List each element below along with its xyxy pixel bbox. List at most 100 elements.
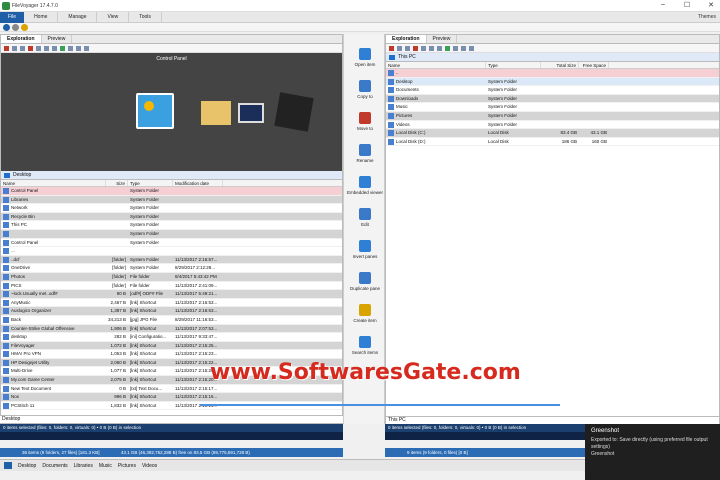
table-row[interactable]: HMA! Pro VPN 1,053 B [lnk] Shortcut 11/13/2… <box>1 350 342 359</box>
column-size[interactable]: Size <box>106 180 128 186</box>
embedded-viewer-button[interactable]: Embedded viewer <box>344 176 386 195</box>
column-total-size[interactable]: Total Size <box>541 62 579 68</box>
refresh-icon[interactable] <box>60 45 65 51</box>
list-view-icon[interactable] <box>429 45 434 51</box>
table-row[interactable]: System Folder <box>1 229 342 239</box>
column-type[interactable]: Type <box>128 180 173 186</box>
copy-to-button[interactable]: Copy to <box>344 80 386 99</box>
tab-view[interactable]: View <box>97 11 130 23</box>
view-mode-icon[interactable] <box>36 45 41 51</box>
quick-link-pictures[interactable]: Pictures <box>118 463 136 469</box>
table-row[interactable]: Documents System Folder <box>386 86 719 95</box>
copy-icon[interactable] <box>12 45 17 51</box>
duplicate-pane-button[interactable]: Duplicate pane <box>344 272 386 291</box>
create-item-button[interactable]: Create item <box>344 304 386 323</box>
table-row[interactable]: Control Panel System Folder <box>1 187 342 196</box>
refresh-icon[interactable] <box>445 45 450 51</box>
table-row[interactable]: This PC System Folder <box>1 221 342 230</box>
forward-arrow-icon[interactable] <box>84 45 89 51</box>
tab-tools[interactable]: Tools <box>129 11 162 23</box>
copy-icon[interactable] <box>397 45 402 51</box>
table-row[interactable]: Nox 996 B [lnk] Shortcut 11/13/2017 2:15:16… <box>1 393 342 402</box>
table-row[interactable]: OneDrive [folder] System Folder 8/29/2017 2… <box>1 264 342 273</box>
tab-home[interactable]: Home <box>24 11 59 23</box>
quick-link-videos[interactable]: Videos <box>142 463 157 469</box>
back-arrow-icon[interactable] <box>76 45 81 51</box>
edit-button[interactable]: Edit <box>344 208 386 227</box>
up-folder-icon[interactable] <box>453 45 458 51</box>
table-row[interactable]: PICS [folder] File folder 11/13/2017 2:41:0… <box>1 282 342 291</box>
table-row[interactable]: New Text Document 0 B [txt] Text Docu... 11… <box>1 385 342 394</box>
column-name[interactable]: Name <box>1 180 106 186</box>
close-icon[interactable]: ✕ <box>704 1 718 9</box>
table-row[interactable]: Control Panel System Folder <box>1 239 342 248</box>
table-row[interactable]: desktop 282 B [ini] Configuratio... 11/13/2… <box>1 333 342 342</box>
quick-link-documents[interactable]: Documents <box>42 463 67 469</box>
folder-quick-icon[interactable] <box>21 24 28 31</box>
delete-icon[interactable] <box>4 45 9 51</box>
column-name[interactable]: Name <box>386 62 486 68</box>
quick-link-music[interactable]: Music <box>99 463 112 469</box>
right-tab-preview[interactable]: Preview <box>427 35 458 43</box>
file-menu-button[interactable]: File <box>0 11 25 23</box>
rename-button[interactable]: Rename <box>344 144 386 163</box>
table-row[interactable]: Local Disk (D:) Local Disk 186 GB 160 GB <box>386 138 719 147</box>
table-row[interactable]: Videos System Folder <box>386 121 719 130</box>
maximize-icon[interactable]: ☐ <box>680 1 694 9</box>
tab-manage[interactable]: Manage <box>58 11 98 23</box>
left-tab-preview[interactable]: Preview <box>42 35 73 43</box>
move-to-button[interactable]: Move to <box>344 112 386 131</box>
table-row[interactable]: ..dcf [folder] System Folder 11/13/2017 2:1… <box>1 255 342 265</box>
table-row[interactable]: Local Disk (C:) Local Disk 83.4 GB 43.1 GB <box>386 129 719 138</box>
left-path-box[interactable]: Desktop <box>0 415 343 423</box>
back-circle-icon[interactable] <box>3 24 10 31</box>
table-row[interactable]: Music System Folder <box>386 103 719 112</box>
table-row[interactable]: Network System Folder <box>1 204 342 213</box>
minimize-icon[interactable]: – <box>656 1 670 9</box>
table-row[interactable]: Back 34,213 B [jpg] JPG File 8/29/2017 11:1… <box>1 316 342 325</box>
drives-icon[interactable] <box>4 462 12 469</box>
details-view-icon[interactable] <box>437 45 442 51</box>
table-row[interactable]: Recycle Bin System Folder <box>1 212 342 222</box>
table-row[interactable]: ... <box>1 247 342 256</box>
invert-panes-button[interactable]: Invert panes <box>344 240 386 259</box>
table-row[interactable]: Desktop System Folder <box>386 77 719 87</box>
left-breadcrumb[interactable]: Desktop <box>1 171 342 180</box>
column-type[interactable]: Type <box>486 62 541 68</box>
forward-arrow-icon[interactable] <box>469 45 474 51</box>
right-tab-exploration[interactable]: Exploration <box>386 35 427 43</box>
up-folder-icon[interactable] <box>68 45 73 51</box>
column-date[interactable]: Modification date <box>173 180 223 186</box>
column-free-space[interactable]: Free Space <box>579 62 609 68</box>
quick-link-libraries[interactable]: Libraries <box>74 463 93 469</box>
table-row[interactable]: Counter-Strike Global Offensive 1,906 B [l… <box>1 324 342 334</box>
paste-icon[interactable] <box>405 45 410 51</box>
table-row[interactable]: Auslogics Organizer 1,387 B [lnk] Shortcut… <box>1 307 342 316</box>
quick-link-desktop[interactable]: Desktop <box>18 463 36 469</box>
cut-icon[interactable] <box>28 45 33 51</box>
forward-circle-icon[interactable] <box>12 24 19 31</box>
open-item-button[interactable]: Open item <box>344 48 386 67</box>
right-path-box[interactable]: This PC <box>386 416 719 424</box>
paste-icon[interactable] <box>20 45 25 51</box>
table-row[interactable]: FileVoyager 1,072 B [lnk] Shortcut 11/13/20… <box>1 341 342 351</box>
themes-menu[interactable]: Themes <box>698 14 716 20</box>
greenshot-notification[interactable]: Greenshot Exported to: Save directly (us… <box>585 424 720 480</box>
list-view-icon[interactable] <box>44 45 49 51</box>
table-row[interactable]: Libraries System Folder <box>1 195 342 205</box>
details-view-icon[interactable] <box>52 45 57 51</box>
table-row[interactable]: .. <box>386 69 719 78</box>
left-tab-exploration[interactable]: Exploration <box>1 35 42 43</box>
table-row[interactable]: Photos [folder] File folder 8/4/2017 5:43:4… <box>1 272 342 282</box>
search-items-button[interactable]: Search items <box>344 336 386 355</box>
cut-icon[interactable] <box>413 45 418 51</box>
table-row[interactable]: ~lock.Usually met..odf# 90 B [odf#] ODF# F… <box>1 290 342 299</box>
right-breadcrumb[interactable]: This PC <box>386 53 719 62</box>
table-row[interactable]: Pictures System Folder <box>386 111 719 121</box>
delete-icon[interactable] <box>389 45 394 51</box>
left-cell-name: Control Panel <box>1 239 106 247</box>
table-row[interactable]: Downloads System Folder <box>386 94 719 104</box>
back-arrow-icon[interactable] <box>461 45 466 51</box>
view-mode-icon[interactable] <box>421 45 426 51</box>
table-row[interactable]: AnyMusic 2,467 B [lnk] Shortcut 11/13/2017 … <box>1 299 342 308</box>
